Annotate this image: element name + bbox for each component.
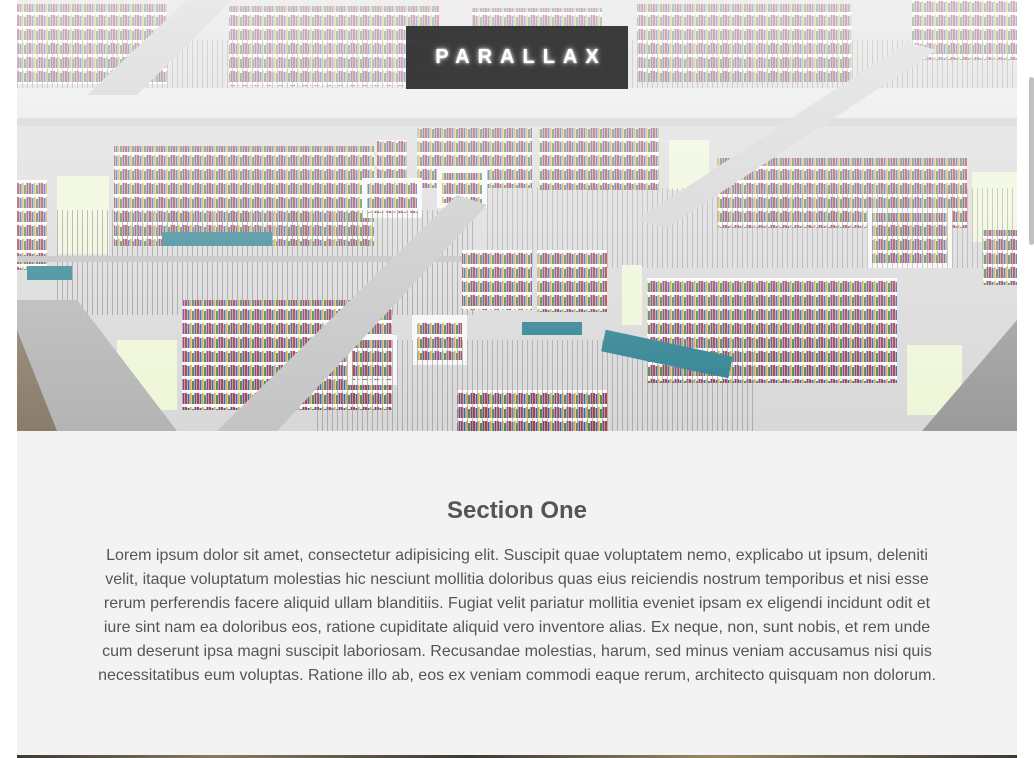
section-heading: Section One	[446, 497, 588, 524]
scrollbar-thumb[interactable]	[1029, 77, 1034, 245]
page: PARALLAX Section One Lorem ipsum dolor s…	[0, 0, 1034, 758]
site-title: PARALLAX	[435, 46, 607, 68]
section-body-text: Lorem ipsum dolor sit amet, consectetur …	[98, 547, 936, 684]
site-title-box: PARALLAX	[406, 26, 628, 89]
hero-section: PARALLAX	[17, 0, 1017, 431]
page-content: PARALLAX Section One Lorem ipsum dolor s…	[17, 0, 1017, 758]
section-one: Section One Lorem ipsum dolor sit amet, …	[17, 431, 1017, 755]
